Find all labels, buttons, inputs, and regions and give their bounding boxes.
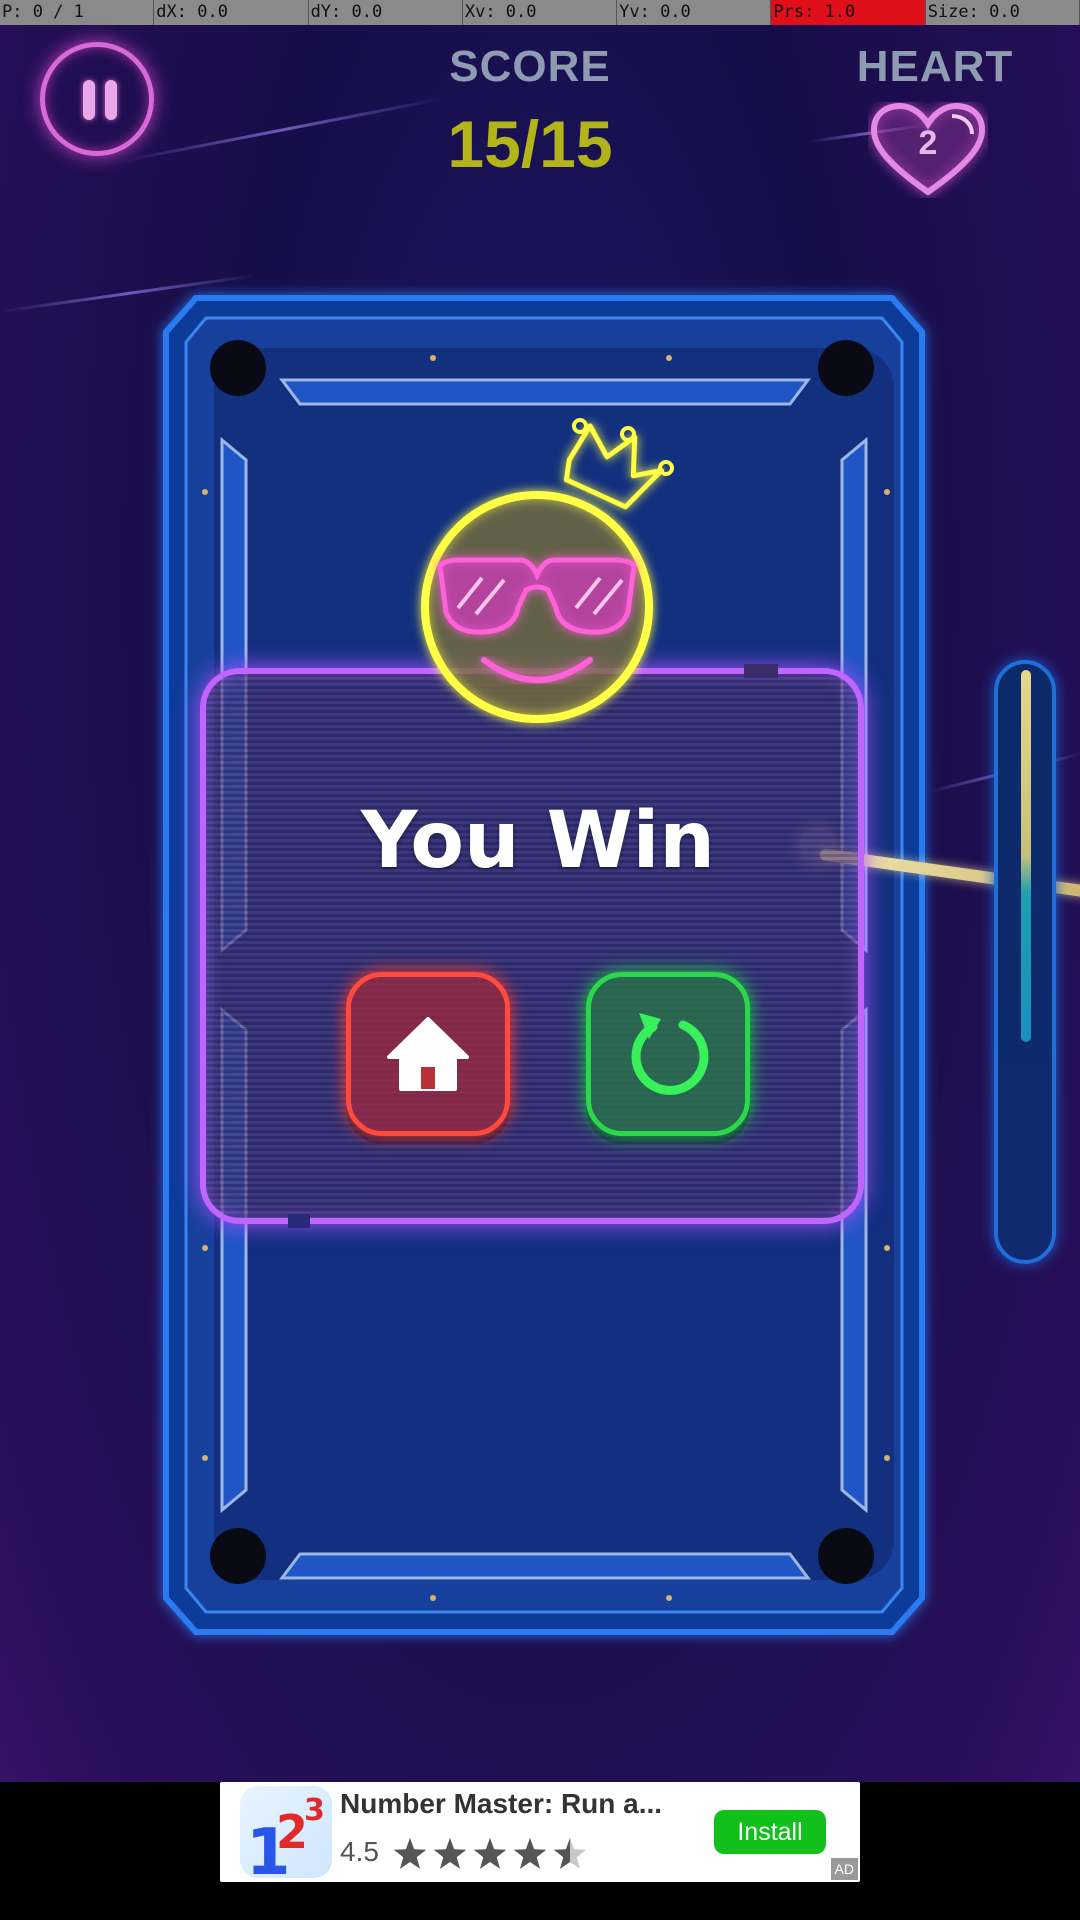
- ad-rating: 4.5: [340, 1836, 379, 1867]
- panel-border-gap: [744, 664, 778, 678]
- debug-pressure: Prs: 1.0: [771, 0, 926, 25]
- home-icon: [387, 1017, 469, 1091]
- star-icon-filled: [513, 1838, 547, 1869]
- power-meter-fill: [1021, 670, 1031, 1042]
- app-icon: 1 2 3: [240, 1786, 332, 1878]
- win-dialog: [200, 668, 864, 1224]
- pause-icon: [105, 80, 117, 120]
- ad-banner[interactable]: 1 2 3 Number Master: Run a... 4.5 Instal…: [220, 1782, 860, 1882]
- debug-yv: Yv: 0.0: [617, 0, 772, 25]
- ad-label: AD: [830, 1858, 858, 1880]
- debug-overlay-bar: P: 0 / 1 dX: 0.0 dY: 0.0 Xv: 0.0 Yv: 0.0…: [0, 0, 1080, 25]
- heart-count: 2: [918, 124, 938, 162]
- install-button[interactable]: Install: [714, 1810, 826, 1854]
- pause-icon: [83, 80, 95, 120]
- background-streak: [0, 273, 258, 313]
- star-icon-filled: [433, 1838, 467, 1869]
- star-icon-filled: [473, 1838, 507, 1869]
- pause-button[interactable]: [40, 42, 154, 156]
- replay-icon: [631, 1013, 709, 1095]
- home-button[interactable]: [346, 972, 510, 1136]
- star-icon-filled: [393, 1838, 427, 1869]
- game-screen: P: 0 / 1 dX: 0.0 dY: 0.0 Xv: 0.0 Yv: 0.0…: [0, 0, 1080, 1920]
- score-label: SCORE: [449, 42, 611, 91]
- panel-border-gap: [288, 1214, 310, 1228]
- debug-dx: dX: 0.0: [154, 0, 309, 25]
- star-rating-icon: [393, 1838, 587, 1869]
- replay-button[interactable]: [586, 972, 750, 1136]
- win-title: You Win: [361, 796, 715, 886]
- heart-label: HEART: [856, 42, 1014, 91]
- debug-pointer: P: 0 / 1: [0, 0, 155, 25]
- debug-xv: Xv: 0.0: [463, 0, 618, 25]
- score-value: 15/15: [447, 107, 613, 181]
- debug-dy: dY: 0.0: [309, 0, 463, 25]
- svg-text:3: 3: [304, 1793, 325, 1828]
- ad-title: Number Master: Run a...: [340, 1788, 663, 1819]
- debug-size: Size: 0.0: [926, 0, 1080, 25]
